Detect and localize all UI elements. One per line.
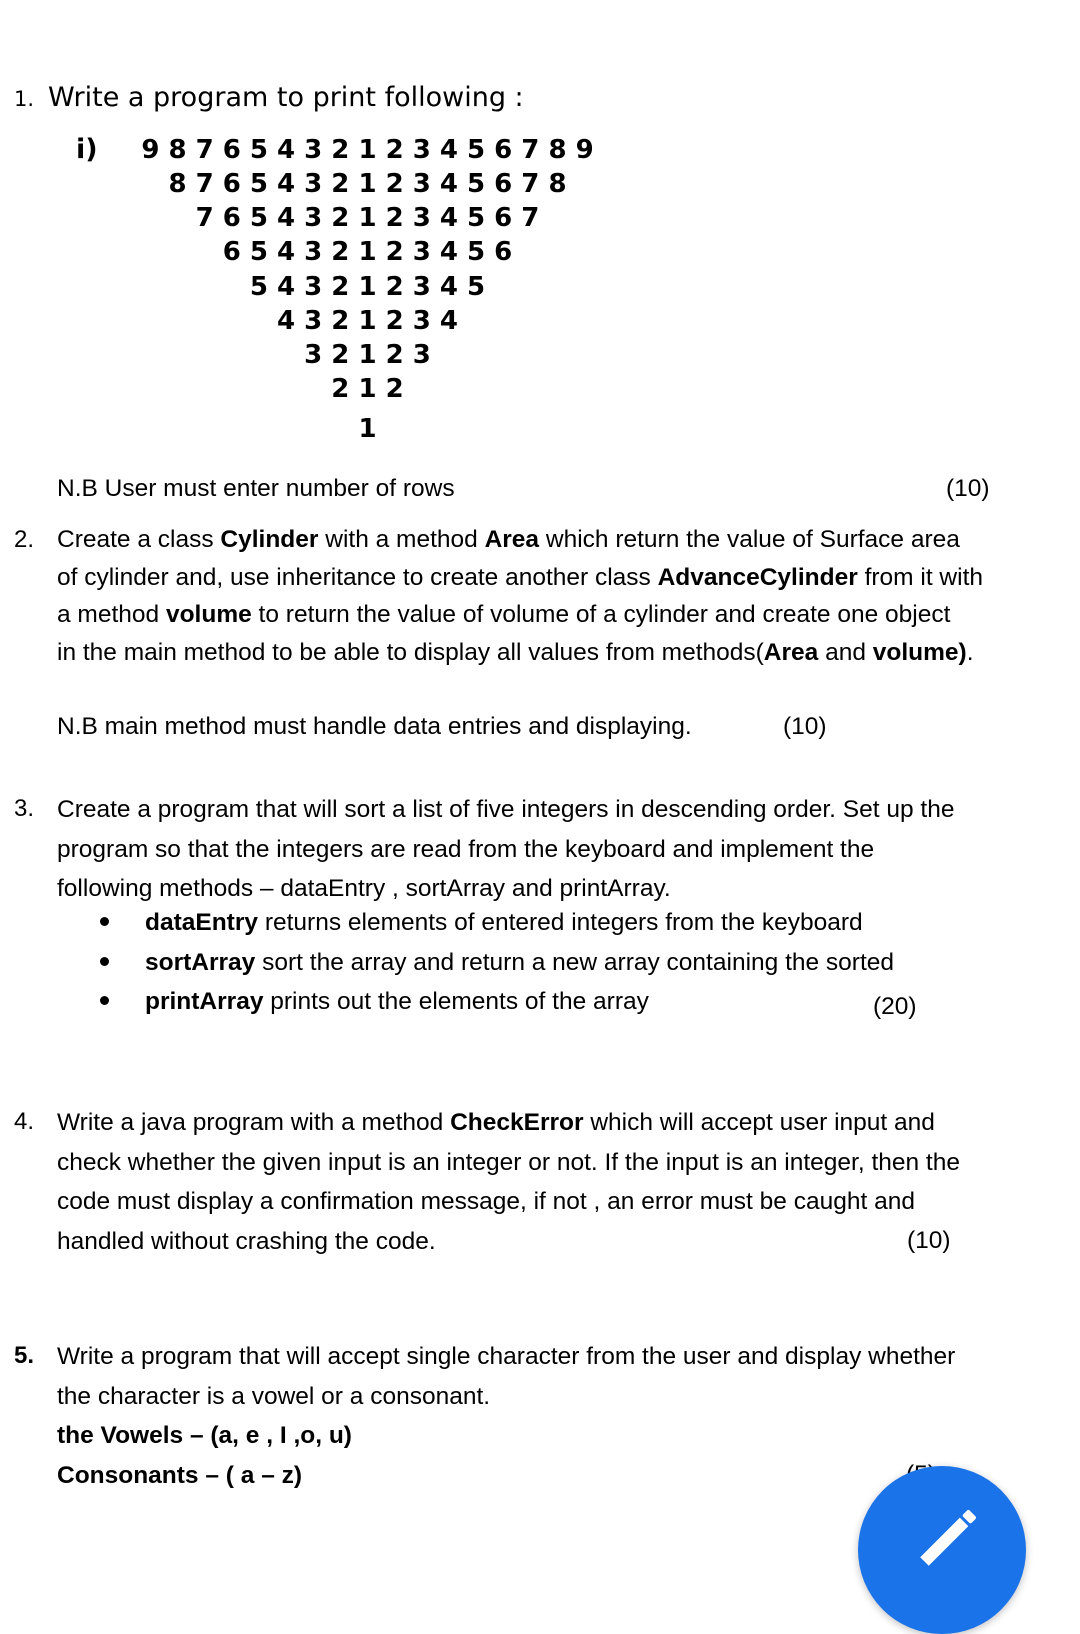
question-1-note: N.B User must enter number of rows <box>57 475 455 502</box>
question-5-number: 5. <box>14 1342 35 1369</box>
text-segment: which will accept user input and <box>583 1109 935 1136</box>
question-2-number: 2. <box>14 526 35 553</box>
question-3-line: following methods – dataEntry , sortArra… <box>57 875 671 902</box>
bullet-icon <box>100 917 109 927</box>
method-description: returns elements of entered integers fro… <box>258 909 863 936</box>
method-name: printArray <box>145 988 264 1015</box>
question-4-line: check whether the given input is an inte… <box>57 1143 1067 1183</box>
text-segment: with a method <box>318 526 485 553</box>
bullet-icon <box>100 996 109 1006</box>
question-3-line: Create a program that will sort a list o… <box>57 796 955 823</box>
bullet-icon <box>100 957 109 967</box>
pyramid-row: 2 1 2 <box>331 374 404 404</box>
edit-fab-button[interactable] <box>858 1466 1026 1634</box>
method-name: sortArray <box>145 949 256 976</box>
question-2-note: N.B main method must handle data entries… <box>57 713 692 740</box>
pyramid-row: 1 <box>358 414 377 444</box>
question-5-line: the character is a vowel or a consonant. <box>57 1382 491 1410</box>
question-1-title: 1. Write a program to print following : <box>14 82 524 113</box>
text-segment: from it with <box>857 563 984 591</box>
text-segment: which return the value of Surface area <box>539 526 960 553</box>
question-2-line: in the main method to be able to display… <box>57 634 1067 672</box>
question-4-number: 4. <box>14 1108 35 1135</box>
bold-term: AdvanceCylinder <box>657 563 858 591</box>
vowels-line: the Vowels – (a, e , I ,o, u) <box>57 1422 352 1449</box>
text-segment: check whether the given input is an inte… <box>57 1148 960 1176</box>
pyramid-row: 3 2 1 2 3 <box>304 340 431 370</box>
question-3-line: program so that the integers are read fr… <box>57 835 875 863</box>
question-4-line: code must display a confirmation message… <box>57 1182 1067 1222</box>
text-segment: code must display a confirmation message… <box>57 1188 915 1215</box>
bold-term: volume) <box>872 638 967 666</box>
pyramid-row: 9 8 7 6 5 4 3 2 1 2 3 4 5 6 7 8 9 <box>141 135 594 165</box>
pyramid-row: 5 4 3 2 1 2 3 4 5 <box>249 272 486 302</box>
question-3-marks: (20) <box>873 993 917 1020</box>
question-1-text: Write a program to print following : <box>48 82 524 113</box>
text-segment: of cylinder and, use inheritance to crea… <box>57 563 658 591</box>
method-description: prints out the elements of the array <box>263 988 649 1015</box>
text-segment: and <box>818 638 873 666</box>
bold-term: Area <box>484 526 540 553</box>
question-2-line: Create a class Cylinder with a method Ar… <box>57 521 1067 559</box>
text-segment: handled without crashing the code. <box>57 1227 436 1255</box>
pyramid-row: 6 5 4 3 2 1 2 3 4 5 6 <box>222 237 513 267</box>
bold-term: Area <box>763 638 819 666</box>
list-item: printArray prints out the elements of th… <box>100 988 649 1016</box>
question-4-marks: (10) <box>907 1227 951 1254</box>
text-segment: to return the value of volume of a cylin… <box>251 601 951 628</box>
question-2-line: a method volume to return the value of v… <box>57 596 1067 634</box>
question-4-line: Write a java program with a method Check… <box>57 1103 1067 1143</box>
question-2-text: Create a class Cylinder with a method Ar… <box>57 521 1067 671</box>
question-5-line: Write a program that will accept single … <box>57 1343 956 1370</box>
text-segment: a method <box>57 601 166 628</box>
question-1-number: 1. <box>14 87 35 111</box>
question-2-marks: (10) <box>783 713 827 740</box>
list-item: sortArray sort the array and return a ne… <box>100 949 894 977</box>
text-segment: in the main method to be able to display… <box>57 638 764 666</box>
question-3-number: 3. <box>14 795 35 822</box>
question-3-text: Create a program that will sort a list o… <box>57 790 1067 909</box>
list-item: dataEntry returns elements of entered in… <box>100 909 863 937</box>
bold-term: Cylinder <box>220 526 319 553</box>
pyramid-row: 7 6 5 4 3 2 1 2 3 4 5 6 7 <box>195 203 540 233</box>
pencil-edit-icon <box>920 1510 976 1566</box>
text-segment: . <box>966 638 974 666</box>
method-description: sort the array and return a new array co… <box>255 949 895 976</box>
question-1-marks: (10) <box>946 475 990 502</box>
pyramid-row: 4 3 2 1 2 3 4 <box>277 306 458 336</box>
text-segment: Write a java program with a method <box>57 1109 451 1136</box>
question-2-line: of cylinder and, use inheritance to crea… <box>57 559 1067 597</box>
bold-term: CheckError <box>450 1109 584 1136</box>
text-segment: Create a class <box>57 526 221 553</box>
bold-term: volume <box>165 601 252 628</box>
method-name: dataEntry <box>145 909 259 936</box>
pyramid-row: 8 7 6 5 4 3 2 1 2 3 4 5 6 7 8 <box>168 169 567 199</box>
